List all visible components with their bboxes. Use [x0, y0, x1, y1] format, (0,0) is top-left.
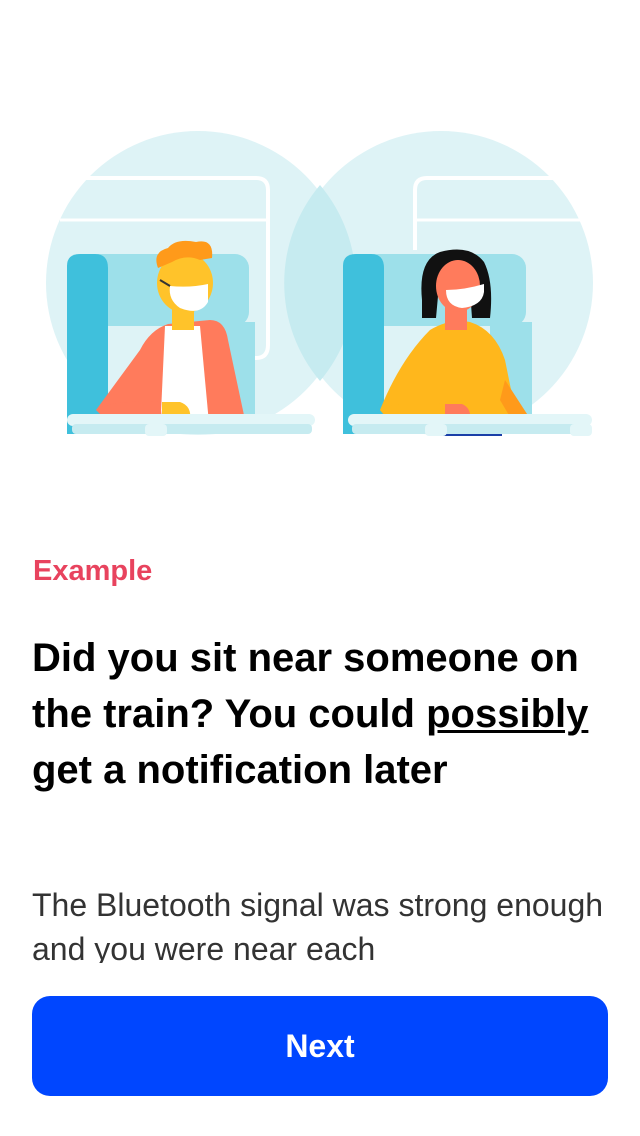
headline: Did you sit near someone on the train? Y…: [32, 630, 612, 798]
train-illustration: [0, 0, 640, 470]
next-button[interactable]: Next: [32, 996, 608, 1096]
example-label: Example: [33, 555, 153, 587]
headline-emphasis: possibly: [426, 692, 589, 736]
headline-text-2: get a notification later: [32, 748, 448, 792]
body-text: The Bluetooth signal was strong enough a…: [32, 887, 604, 963]
body-text-container: The Bluetooth signal was strong enough a…: [32, 883, 608, 963]
